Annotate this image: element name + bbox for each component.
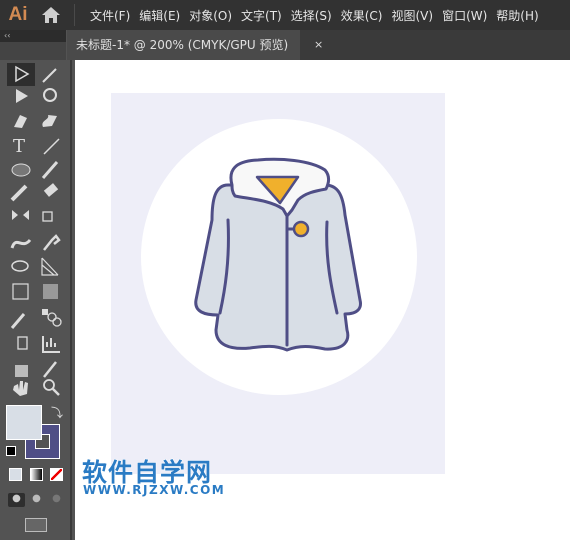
divider (74, 4, 75, 26)
menu-file[interactable]: 文件(F) (90, 7, 130, 24)
curvature-icon (42, 115, 57, 127)
puppet-warp-icon (43, 234, 61, 251)
toolbar-grip[interactable] (0, 42, 66, 60)
default-colors-icon[interactable] (6, 446, 16, 456)
menu-type[interactable]: 文字(T) (241, 7, 282, 24)
perspective-grid-icon (41, 257, 59, 276)
column-graph-icon (42, 336, 60, 353)
zoom-icon (43, 379, 60, 396)
direct-selection-icon (16, 89, 28, 103)
fill-swatch[interactable] (6, 405, 42, 440)
draw-behind-button[interactable]: ● (28, 493, 45, 507)
type-icon: T (13, 136, 25, 157)
warp-icon (10, 238, 32, 249)
mesh-icon (12, 283, 29, 300)
scale-icon (42, 211, 53, 222)
document-tab-bar: 未标题-1* @ 200% (CMYK/GPU 预览) × (67, 30, 570, 60)
coat-body (194, 183, 362, 352)
pen-icon (14, 115, 27, 128)
shape-builder-icon (11, 260, 29, 272)
line-icon (43, 138, 60, 155)
gradient-mode-button[interactable] (30, 468, 43, 481)
home-button[interactable] (36, 0, 66, 30)
pencil-icon (10, 184, 28, 202)
gradient-icon (43, 284, 58, 299)
coat-button (292, 220, 310, 238)
eraser-icon (43, 183, 59, 197)
menu-edit[interactable]: 编辑(E) (139, 7, 180, 24)
watermark-url: WWW.RJZXW.COM (83, 483, 226, 497)
eyedropper-icon (10, 313, 26, 329)
lasso-icon (43, 88, 57, 102)
home-icon (42, 7, 60, 23)
document-tab-title: 未标题-1* @ 200% (CMYK/GPU 预览) (76, 38, 289, 52)
close-tab-button[interactable]: × (314, 30, 323, 60)
artboard-icon (15, 365, 28, 377)
blend-icon (42, 309, 62, 327)
magic-wand-icon (42, 68, 57, 83)
paintbrush-icon (41, 161, 59, 179)
swap-colors-icon[interactable]: ⤵ (51, 404, 63, 421)
slice-icon (43, 361, 57, 378)
tools-panel: T ⤵ ● ● ● (0, 60, 72, 540)
screen-mode-button[interactable] (25, 518, 47, 532)
menu-effect[interactable]: 效果(C) (341, 7, 383, 24)
ellipse-icon (11, 163, 31, 177)
menu-bar: Ai 文件(F) 编辑(E) 对象(O) 文字(T) 选择(S) 效果(C) 视… (0, 0, 570, 30)
menu-help[interactable]: 帮助(H) (496, 7, 538, 24)
document-tab[interactable]: 未标题-1* @ 200% (CMYK/GPU 预览) (67, 30, 300, 60)
draw-inside-button[interactable]: ● (48, 493, 65, 507)
menu-select[interactable]: 选择(S) (291, 7, 332, 24)
color-mode-button[interactable] (9, 468, 22, 481)
menu-window[interactable]: 窗口(W) (442, 7, 487, 24)
symbol-sprayer-icon (17, 336, 28, 350)
menu-object[interactable]: 对象(O) (189, 7, 232, 24)
reflect-icon (12, 210, 29, 220)
app-logo: Ai (8, 4, 28, 25)
none-mode-button[interactable] (50, 468, 63, 481)
hand-icon (13, 381, 28, 396)
draw-normal-button[interactable]: ● (8, 493, 25, 507)
selection-tool-highlight (7, 63, 35, 86)
toolbar-collapse-button[interactable]: ‹‹ (0, 30, 66, 42)
menu-view[interactable]: 视图(V) (391, 7, 433, 24)
